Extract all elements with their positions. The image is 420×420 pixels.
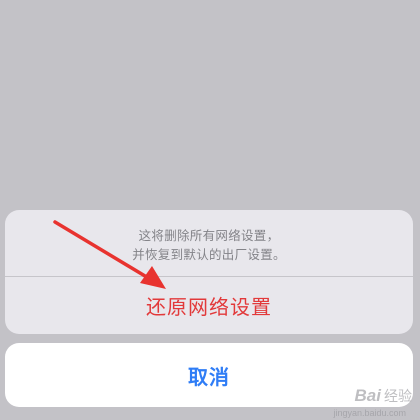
sheet-message: 这将删除所有网络设置， 并恢复到默认的出厂设置。	[5, 210, 413, 276]
reset-network-action-sheet: 这将删除所有网络设置， 并恢复到默认的出厂设置。 还原网络设置	[5, 210, 413, 334]
watermark-url: jingyan.baidu.com	[333, 408, 406, 418]
sheet-message-line-2: 并恢复到默认的出厂设置。	[132, 247, 286, 262]
cancel-button[interactable]: 取消	[5, 343, 413, 407]
reset-network-settings-button[interactable]: 还原网络设置	[5, 277, 413, 334]
sheet-message-line-1: 这将删除所有网络设置，	[138, 228, 280, 243]
